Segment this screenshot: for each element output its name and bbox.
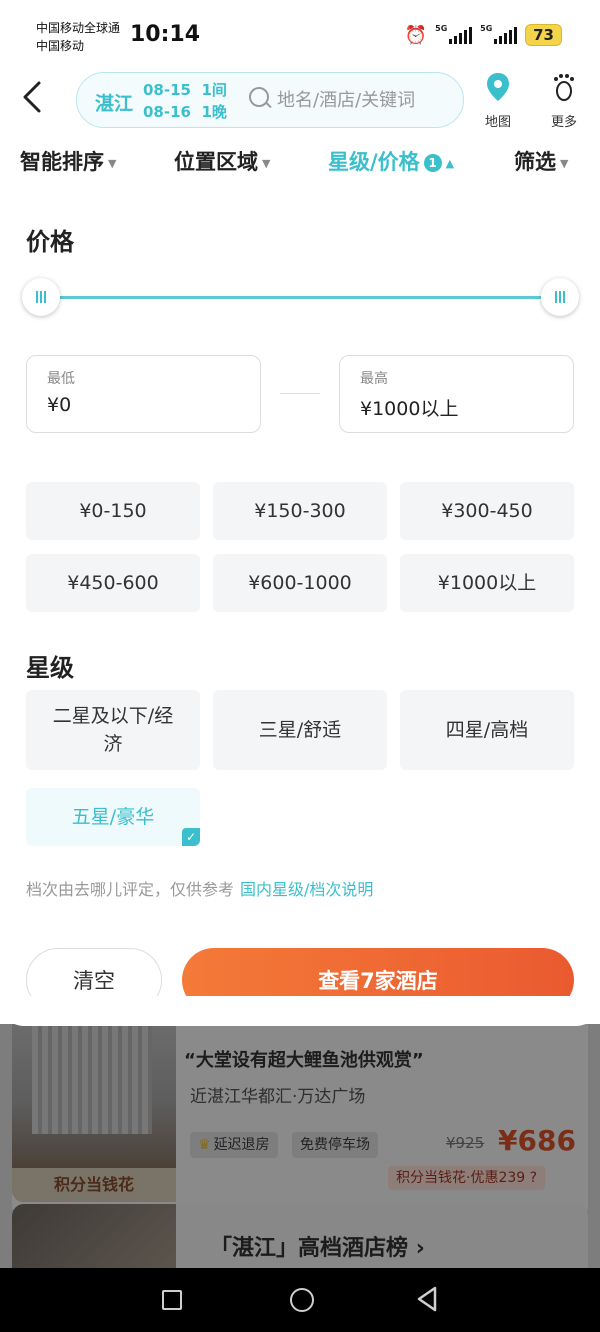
star-option[interactable]: 四星/高档 xyxy=(400,690,574,770)
star-option[interactable]: 三星/舒适 xyxy=(213,690,387,770)
caret-down-icon: ▼ xyxy=(560,156,569,170)
tab-location[interactable]: 位置区域 ▼ xyxy=(174,146,270,176)
min-price-value: ¥0 xyxy=(47,394,72,416)
status-bar: 中国移动全球通 中国移动 10:14 ⏰ 5G 5G 73 xyxy=(0,0,600,70)
triangle-back-icon xyxy=(417,1286,437,1312)
room-count: 1间 xyxy=(201,81,227,99)
ranking-title: 「湛江」高档酒店榜 › xyxy=(210,1236,425,1261)
star-explanation-link[interactable]: 国内星级/档次说明 xyxy=(240,880,373,899)
system-nav-bar xyxy=(0,1268,600,1332)
price-slider-track[interactable] xyxy=(40,296,560,299)
rating-note-text: 档次由去哪儿评定，仅供参考 xyxy=(26,880,235,899)
caret-up-icon: ▲ xyxy=(445,156,455,170)
price-option[interactable]: ¥450-600 xyxy=(26,554,200,612)
question-icon: ? xyxy=(529,1170,538,1186)
rating-note: 档次由去哪儿评定，仅供参考 国内星级/档次说明 xyxy=(26,876,373,900)
star-option[interactable]: 二星及以下/经济 xyxy=(26,690,200,770)
promo-tag: 积分当钱花·优惠239 ? xyxy=(388,1166,546,1190)
hotel-list-overlay[interactable]: 积分当钱花 “大堂设有超大鲤鱼池供观赏” 近湛江华都汇·万达广场 ♛ 延迟退房 免… xyxy=(0,1024,600,1268)
carrier-line1: 中国移动全球通 xyxy=(36,21,121,35)
tab-star-price[interactable]: 星级/价格 1 ▲ xyxy=(328,146,454,176)
back-button[interactable] xyxy=(22,80,42,123)
night-count: 1晚 xyxy=(201,103,227,121)
status-icons: ⏰ 5G 5G 73 xyxy=(405,24,562,46)
check-icon: ✓ xyxy=(182,828,200,846)
hotel-review-quote: “大堂设有超大鲤鱼池供观赏” xyxy=(184,1050,424,1071)
chevron-right-icon: › xyxy=(415,1236,425,1261)
star-option-selected[interactable]: 五星/豪华 ✓ xyxy=(26,788,200,846)
tab-filter[interactable]: 筛选 ▼ xyxy=(514,146,568,176)
footprint-icon xyxy=(540,72,588,109)
search-box[interactable]: 湛江 08-15 1间 08-16 1晚 xyxy=(76,72,464,128)
price-title: 价格 xyxy=(26,228,74,256)
price-option[interactable]: ¥600-1000 xyxy=(213,554,387,612)
price-option[interactable]: ¥150-300 xyxy=(213,482,387,540)
back-nav-button[interactable] xyxy=(416,1286,438,1318)
more-button[interactable]: 更多 xyxy=(540,72,588,130)
filter-tabs: 智能排序 ▼ 位置区域 ▼ 星级/价格 1 ▲ 筛选 ▼ xyxy=(0,140,600,184)
carrier-info: 中国移动全球通 中国移动 xyxy=(36,19,120,55)
star-title: 星级 xyxy=(26,654,74,682)
ranking-photo xyxy=(12,1204,176,1268)
filter-panel-edge xyxy=(0,996,600,1026)
price-slider-max-handle[interactable] xyxy=(541,278,579,316)
range-divider xyxy=(280,393,320,394)
city-selector[interactable]: 湛江 xyxy=(95,89,133,116)
original-price: ¥925 xyxy=(446,1134,485,1152)
price-option[interactable]: ¥0-150 xyxy=(26,482,200,540)
hotel-photo: 积分当钱花 xyxy=(12,1024,176,1202)
date-selector[interactable]: 08-15 1间 08-16 1晚 xyxy=(143,79,227,123)
signal-icon-2: 5G xyxy=(480,24,518,44)
network-type: 5G xyxy=(435,24,448,33)
home-button[interactable] xyxy=(290,1288,314,1312)
hotel-card[interactable]: 积分当钱花 “大堂设有超大鲤鱼池供观赏” 近湛江华都汇·万达广场 ♛ 延迟退房 免… xyxy=(12,1024,588,1218)
network-type-2: 5G xyxy=(480,24,493,33)
more-label: 更多 xyxy=(550,115,577,130)
caret-down-icon: ▼ xyxy=(262,156,271,170)
min-price-caption: 最低 xyxy=(47,371,75,387)
max-price-caption: 最高 xyxy=(360,371,388,387)
free-parking-tag: 免费停车场 xyxy=(292,1132,378,1158)
price-slider-min-handle[interactable] xyxy=(22,278,60,316)
max-price-field[interactable]: 最高 ¥1000以上 xyxy=(339,355,574,433)
selection-count-badge: 1 xyxy=(423,154,442,172)
checkin-date: 08-15 xyxy=(143,81,191,99)
chevron-left-icon xyxy=(23,81,41,113)
map-button[interactable]: 地图 xyxy=(474,72,522,130)
signal-icon: 5G xyxy=(435,24,473,44)
search-input[interactable] xyxy=(277,87,457,113)
search-header: 湛江 08-15 1间 08-16 1晚 地图 更多 xyxy=(0,70,600,132)
status-time: 10:14 xyxy=(130,22,201,47)
battery-indicator: 73 xyxy=(525,24,562,46)
checkout-date: 08-16 xyxy=(143,103,191,121)
hotel-location: 近湛江华都汇·万达广场 xyxy=(190,1087,366,1107)
late-checkout-tag: ♛ 延迟退房 xyxy=(190,1132,278,1158)
star-option-label: 五星/豪华 xyxy=(71,806,155,828)
max-price-value: ¥1000以上 xyxy=(360,398,459,420)
search-icon xyxy=(249,87,269,107)
ranking-card[interactable]: 「湛江」高档酒店榜 › xyxy=(12,1204,588,1268)
photo-caption: 积分当钱花 xyxy=(12,1168,176,1202)
caret-down-icon: ▼ xyxy=(108,156,117,170)
alarm-icon: ⏰ xyxy=(404,24,428,46)
map-label: 地图 xyxy=(484,115,511,130)
min-price-field[interactable]: 最低 ¥0 xyxy=(26,355,261,433)
price-option[interactable]: ¥1000以上 xyxy=(400,554,574,612)
crown-icon: ♛ xyxy=(198,1137,211,1153)
map-pin-icon xyxy=(474,72,522,109)
recent-apps-button[interactable] xyxy=(162,1290,182,1310)
price-option[interactable]: ¥300-450 xyxy=(400,482,574,540)
tab-sort[interactable]: 智能排序 ▼ xyxy=(20,146,116,176)
carrier-line2: 中国移动 xyxy=(36,39,85,53)
